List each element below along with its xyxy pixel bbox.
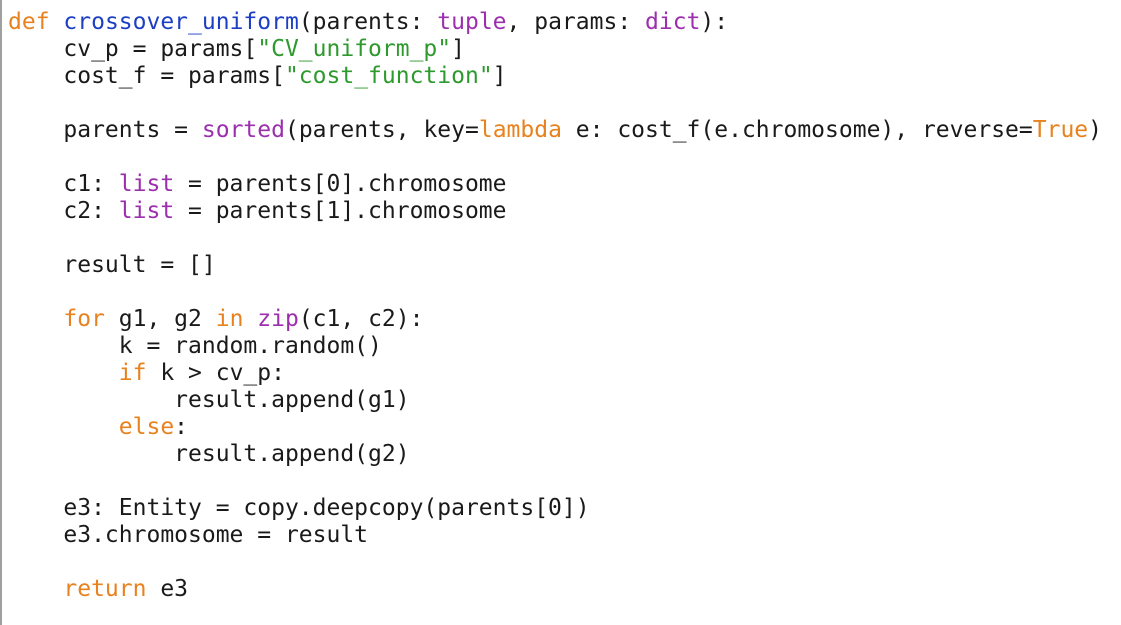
- keyword-token: in: [215, 306, 244, 332]
- builtin-token: sorted: [201, 117, 285, 143]
- code-line[interactable]: [8, 225, 1102, 252]
- builtin-token: tuple: [437, 9, 507, 35]
- code-block[interactable]: def crossover_uniform(parents: tuple, pa…: [8, 9, 1102, 603]
- function-name-token: crossover_uniform: [63, 9, 299, 35]
- code-text-token: result.append(g1): [8, 387, 410, 413]
- code-editor[interactable]: def crossover_uniform(parents: tuple, pa…: [0, 0, 1121, 625]
- keyword-token: def: [8, 9, 50, 35]
- code-line[interactable]: [8, 144, 1102, 171]
- code-text-token: cv_p = params[: [8, 36, 258, 62]
- code-line[interactable]: e3: Entity = copy.deepcopy(parents[0]): [8, 495, 1102, 522]
- code-text-token: = parents[1].chromosome: [174, 198, 507, 224]
- string-token: "cost_function": [284, 63, 493, 89]
- code-line[interactable]: for g1, g2 in zip(c1, c2):: [8, 306, 1102, 333]
- code-text-token: (c1, c2):: [298, 306, 424, 332]
- code-text-token: ]: [451, 36, 465, 62]
- code-line[interactable]: if k > cv_p:: [8, 360, 1102, 387]
- code-text-token: ):: [700, 9, 729, 35]
- keyword-token: if: [118, 360, 147, 386]
- code-line[interactable]: else:: [8, 414, 1102, 441]
- code-text-token: (parents:: [298, 9, 438, 35]
- code-line[interactable]: def crossover_uniform(parents: tuple, pa…: [8, 9, 1102, 36]
- code-text-token: ): [1088, 117, 1102, 143]
- builtin-token: dict: [645, 9, 701, 35]
- keyword-token: return: [63, 576, 147, 602]
- code-text-token: c1:: [8, 171, 119, 197]
- code-text-token: e3.chromosome = result: [8, 522, 369, 548]
- code-text-token: , params:: [506, 9, 646, 35]
- code-line[interactable]: result.append(g2): [8, 441, 1102, 468]
- code-line[interactable]: return e3: [8, 576, 1102, 603]
- builtin-token: list: [118, 171, 175, 197]
- keyword-token: for: [63, 306, 105, 332]
- code-text-token: :: [174, 414, 189, 440]
- code-line[interactable]: c1: list = parents[0].chromosome: [8, 171, 1102, 198]
- string-token: "CV_uniform_p": [257, 36, 452, 62]
- code-text-token: cost_f = params[: [8, 63, 285, 89]
- code-text-token: ]: [492, 63, 507, 89]
- code-line[interactable]: [8, 468, 1102, 495]
- keyword-token: lambda: [478, 117, 562, 143]
- code-text-token: g1, g2: [104, 306, 216, 332]
- code-text-token: e: cost_f(e.chromosome), reverse=: [561, 117, 1033, 143]
- keyword-token: else: [118, 414, 175, 440]
- code-line[interactable]: k = random.random(): [8, 333, 1102, 360]
- code-text-token: e3: Entity = copy.deepcopy(parents[0]): [8, 495, 590, 521]
- code-line[interactable]: cv_p = params["CV_uniform_p"]: [8, 36, 1102, 63]
- code-text-token: k > cv_p:: [146, 360, 285, 386]
- code-text-token: result.append(g2): [8, 441, 410, 467]
- code-text-token: (parents, key=: [284, 117, 479, 143]
- code-line[interactable]: e3.chromosome = result: [8, 522, 1102, 549]
- code-text-token: k = random.random(): [8, 333, 382, 359]
- code-line[interactable]: result = []: [8, 252, 1102, 279]
- keyword-token: True: [1032, 117, 1089, 143]
- code-text-token: e3: [146, 576, 189, 602]
- builtin-token: list: [118, 198, 175, 224]
- code-line[interactable]: cost_f = params["cost_function"]: [8, 63, 1102, 90]
- code-line[interactable]: result.append(g1): [8, 387, 1102, 414]
- code-text-token: parents =: [8, 117, 202, 143]
- builtin-token: zip: [257, 306, 299, 332]
- code-line[interactable]: parents = sorted(parents, key=lambda e: …: [8, 117, 1102, 144]
- code-line[interactable]: [8, 279, 1102, 306]
- code-line[interactable]: c2: list = parents[1].chromosome: [8, 198, 1102, 225]
- code-text-token: c2:: [8, 198, 119, 224]
- code-text-token: result = []: [8, 252, 216, 278]
- code-line[interactable]: [8, 90, 1102, 117]
- code-line[interactable]: [8, 549, 1102, 576]
- code-text-token: = parents[0].chromosome: [174, 171, 507, 197]
